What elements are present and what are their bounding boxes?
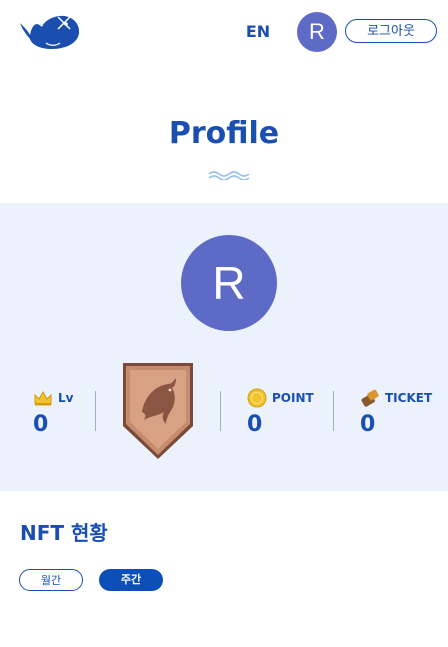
profile-panel: R Lv 0 POINT 0 TICKET 0 — [0, 203, 448, 491]
tab-monthly[interactable]: 월간 — [19, 569, 83, 591]
ticket-stat: TICKET 0 — [360, 387, 440, 447]
logout-button[interactable]: 로그아웃 — [345, 19, 437, 43]
avatar[interactable]: R — [297, 12, 337, 52]
level-label: Lv — [58, 391, 74, 405]
coin-icon — [247, 388, 267, 408]
divider — [220, 391, 221, 431]
ticket-value: 0 — [360, 412, 376, 437]
nft-section-title: NFT 현황 — [20, 521, 108, 545]
ticket-icon — [360, 388, 380, 408]
ticket-label: TICKET — [385, 391, 433, 405]
divider — [95, 391, 96, 431]
whale-logo-icon[interactable] — [18, 13, 80, 51]
level-stat: Lv 0 — [33, 387, 93, 447]
language-toggle[interactable]: EN — [238, 21, 278, 43]
dolphin-badge-icon — [120, 360, 196, 462]
profile-avatar: R — [181, 235, 277, 331]
divider — [333, 391, 334, 431]
crown-icon — [33, 388, 53, 408]
level-value: 0 — [33, 412, 49, 437]
tab-weekly[interactable]: 주간 — [99, 569, 163, 591]
wave-decoration-icon — [208, 165, 250, 181]
page-title: Profile — [168, 116, 280, 151]
top-header: EN R 로그아웃 — [0, 0, 448, 66]
point-label: POINT — [272, 391, 314, 405]
point-value: 0 — [247, 412, 263, 437]
point-stat: POINT 0 — [247, 387, 327, 447]
